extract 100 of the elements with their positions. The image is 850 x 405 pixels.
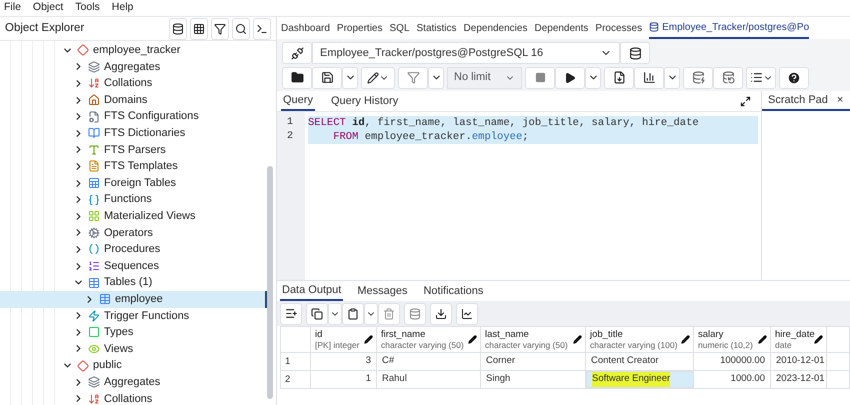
tree-item[interactable]: employee_tracker xyxy=(0,42,267,59)
terminal-icon[interactable] xyxy=(253,18,271,40)
table-cell[interactable]: 1000.00 xyxy=(694,371,771,388)
grid-icon xyxy=(88,210,100,222)
tree-item[interactable]: Foreign Tables xyxy=(0,174,267,192)
table-icon[interactable] xyxy=(190,18,208,40)
column-name: hire_date xyxy=(775,328,814,340)
tree-item[interactable]: Functions xyxy=(0,191,267,208)
tree-label: Functions xyxy=(104,192,152,208)
tab[interactable]: Dependencies xyxy=(464,17,528,39)
menu-item[interactable]: Help xyxy=(112,0,134,16)
connection-select[interactable]: Employee_Tracker/postgres@PostgreSQL 16 xyxy=(312,42,620,64)
pencil-icon[interactable] xyxy=(468,335,477,344)
tree-label: FTS Configurations xyxy=(104,109,199,124)
caret-icon[interactable] xyxy=(428,66,444,88)
tree-item[interactable]: Aggregates xyxy=(0,374,267,390)
play-icon[interactable] xyxy=(555,66,585,88)
tree-item[interactable]: FTS Parsers xyxy=(0,142,267,158)
column-header[interactable]: first_name character varying (50) xyxy=(377,327,481,352)
column-type: [PK] integer xyxy=(315,340,360,350)
help-icon[interactable] xyxy=(779,66,809,88)
tab[interactable]: SQL xyxy=(390,17,410,39)
caret-icon[interactable] xyxy=(342,66,358,88)
pencil-icon[interactable] xyxy=(573,335,582,344)
tree-item[interactable]: Procedures xyxy=(0,241,267,258)
tab[interactable]: Notifications xyxy=(421,281,486,301)
column-header[interactable]: salary numeric (10,2) xyxy=(694,327,771,352)
row-limit-select[interactable]: No limit xyxy=(447,66,522,88)
caret-icon[interactable] xyxy=(585,66,601,88)
menu-item[interactable]: File xyxy=(4,0,21,16)
tree-item[interactable]: Sequences xyxy=(0,258,267,274)
tree-item[interactable]: FTS Templates xyxy=(0,158,267,175)
tree-item[interactable]: Domains xyxy=(0,92,267,108)
tree-item[interactable]: Types xyxy=(0,324,267,341)
add-row-icon[interactable] xyxy=(280,302,302,324)
table-cell[interactable]: 100000.00 xyxy=(694,353,771,370)
menu-item[interactable]: Tools xyxy=(75,0,100,16)
chart-icon[interactable] xyxy=(634,66,664,88)
tree-item[interactable]: FTS Configurations xyxy=(0,108,267,125)
tab[interactable]: Processes xyxy=(595,17,642,39)
tree-item[interactable]: Tables (1) xyxy=(0,274,267,291)
pencil-icon[interactable] xyxy=(681,335,690,344)
copy-icon[interactable] xyxy=(306,302,328,324)
tree-item[interactable]: Aggregates xyxy=(0,58,267,76)
tree-label: Materialized Views xyxy=(104,208,196,224)
tree-item[interactable]: FTS Dictionaries xyxy=(0,124,267,142)
schema-icon xyxy=(77,44,89,56)
lightning-icon xyxy=(88,310,100,322)
table-cell[interactable]: Corner xyxy=(481,353,586,370)
folder-icon[interactable] xyxy=(282,66,312,88)
tab[interactable]: Messages xyxy=(355,281,410,301)
tab[interactable]: Statistics xyxy=(416,17,457,39)
column-header[interactable]: last_name character varying (50) xyxy=(481,327,586,352)
save-icon[interactable] xyxy=(312,66,342,88)
tree-label: public xyxy=(93,358,122,374)
table-cell[interactable]: C# xyxy=(377,353,481,370)
tree-item[interactable]: Trigger Functions xyxy=(0,308,267,324)
pencil-icon[interactable] xyxy=(364,335,373,344)
column-header[interactable]: hire_date date xyxy=(771,327,827,352)
column-header[interactable]: job_title character varying (100) xyxy=(586,327,694,352)
tree-item[interactable]: Operators xyxy=(0,224,267,242)
tree-item[interactable]: Views xyxy=(0,340,267,358)
table-cell[interactable]: 2010-12-01 xyxy=(771,353,827,370)
expand-icon[interactable] xyxy=(740,96,751,106)
tab[interactable]: Query History xyxy=(328,91,400,111)
database-icon[interactable] xyxy=(169,18,187,40)
pencil-icon[interactable] xyxy=(814,335,823,344)
trash-icon[interactable] xyxy=(378,302,400,324)
table-cell[interactable]: 1 xyxy=(311,371,377,388)
close-button[interactable]: × xyxy=(836,92,844,108)
tree-item[interactable]: public xyxy=(0,357,267,374)
caret-icon[interactable] xyxy=(664,66,680,88)
clipboard-icon[interactable] xyxy=(342,302,364,324)
table-cell[interactable]: Rahul xyxy=(377,371,481,388)
table-cell[interactable]: 2023-12-01 xyxy=(771,371,827,388)
tree-label: employee_tracker xyxy=(93,43,180,58)
tab[interactable]: Dashboard xyxy=(281,17,330,39)
connection-icon[interactable] xyxy=(282,42,312,64)
table-cell[interactable]: 3 xyxy=(311,353,377,370)
search-icon[interactable] xyxy=(232,18,250,40)
download-icon[interactable] xyxy=(430,302,452,324)
tree-item[interactable]: Materialized Views xyxy=(0,208,267,225)
line-chart-icon[interactable] xyxy=(456,302,478,324)
database-icon[interactable] xyxy=(620,42,650,64)
tree-item[interactable]: Collations xyxy=(0,390,267,405)
tree-item[interactable]: Collations xyxy=(0,75,267,92)
tree-item[interactable]: employee xyxy=(0,290,267,308)
table-cell[interactable]: Content Creator xyxy=(586,353,694,370)
scrollbar[interactable] xyxy=(267,166,273,399)
file-gear-icon xyxy=(88,110,100,123)
tab[interactable]: Dependents xyxy=(534,17,588,39)
table-cell[interactable]: Software Engineer xyxy=(586,371,694,388)
list-icon[interactable] xyxy=(746,66,776,88)
tab[interactable]: Employee_Tracker/postgres@Po xyxy=(649,17,810,39)
column-header[interactable]: id [PK] integer xyxy=(311,327,377,352)
pencil-icon[interactable] xyxy=(758,335,767,344)
filter-icon[interactable] xyxy=(211,18,229,40)
tab[interactable]: Properties xyxy=(336,17,382,39)
menu-item[interactable]: Object xyxy=(32,0,64,16)
type-icon xyxy=(88,144,100,156)
